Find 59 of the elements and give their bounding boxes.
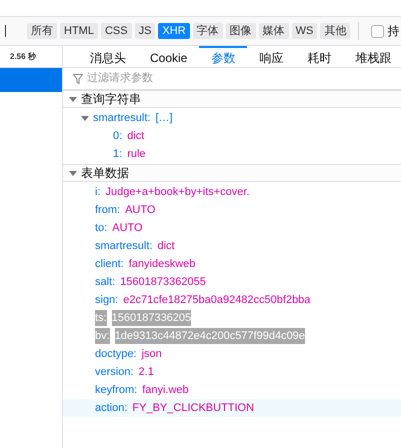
filter-button[interactable]: CSS <box>100 23 132 39</box>
tab[interactable]: 参数 <box>199 46 248 67</box>
param-value: AUTO <box>112 220 143 236</box>
filter-button[interactable]: 其他 <box>320 23 350 39</box>
param-value: 1560187336205 <box>112 310 192 326</box>
param-name: to: <box>95 220 108 236</box>
param-value: Judge+a+book+by+its+cover. <box>106 184 250 200</box>
param-value: 1de9313c44872e4c200c577f99d4c09e <box>114 328 305 344</box>
filter-button[interactable]: WS <box>292 23 318 39</box>
param-value: fanyideskweb <box>128 256 196 272</box>
filter-button[interactable]: 所有 <box>27 23 57 39</box>
param-value: FY_BY_CLICKBUTTION <box>132 400 254 416</box>
checkbox[interactable] <box>371 24 384 38</box>
param-name: keyfrom: <box>95 382 138 398</box>
filter-button[interactable]: 图像 <box>226 23 256 39</box>
param-name: 1: <box>113 146 122 162</box>
param-name: client: <box>95 256 124 272</box>
timeline-label: 2.56 秒 <box>10 50 36 62</box>
param-name: from: <box>95 202 120 218</box>
tab[interactable]: 堆栈跟 <box>343 46 401 67</box>
param-name: ts: <box>95 310 107 326</box>
funnel-icon <box>73 74 83 84</box>
param-name: smartresult: <box>93 110 150 126</box>
tab[interactable]: 耗时 <box>295 46 344 67</box>
param-value: 15601873362055 <box>120 274 206 290</box>
filter-button[interactable]: HTML <box>60 23 98 39</box>
param-value: dict <box>157 238 175 254</box>
param-name: version: <box>95 364 134 380</box>
param-name: salt: <box>95 274 116 290</box>
separator-icon <box>5 25 6 37</box>
filter-button[interactable]: 字体 <box>192 23 223 39</box>
param-value: AUTO <box>125 202 156 218</box>
expand-arrow-icon[interactable] <box>69 169 77 177</box>
param-value: dict <box>127 128 144 144</box>
param-name: smartresult: <box>95 238 152 254</box>
param-name: i: <box>95 184 100 200</box>
param-name: action: <box>95 400 128 416</box>
param-name: bv: <box>95 328 110 344</box>
tab[interactable]: 消息头 <box>78 46 138 67</box>
expand-arrow-icon[interactable] <box>69 95 77 103</box>
param-name: sign: <box>95 292 118 308</box>
param-value: fanyi.web <box>142 382 189 398</box>
param-value: 2.1 <box>138 364 154 380</box>
param-name: doctype: <box>95 346 137 362</box>
expand-arrow-icon[interactable] <box>81 114 89 122</box>
filter-button[interactable]: 媒体 <box>258 23 289 39</box>
filter-button[interactable]: JS <box>134 23 156 39</box>
tab[interactable]: 响应 <box>247 46 296 67</box>
persist-label: 持 <box>387 23 400 40</box>
param-name: 0: <box>113 128 122 144</box>
param-value: json <box>142 346 162 362</box>
filter-field[interactable]: 过滤请求参数 <box>87 70 397 87</box>
param-value: rule <box>127 146 146 162</box>
section-title[interactable]: 表单数据 <box>81 164 129 182</box>
param-value: […] <box>155 110 173 126</box>
param-value: e2c71cfe18275ba0a92482cc50bf2bba <box>123 292 310 308</box>
tab[interactable]: Cookie <box>138 46 200 67</box>
section-title[interactable]: 查询字符串 <box>81 90 141 108</box>
filter-button[interactable]: XHR <box>158 23 190 39</box>
